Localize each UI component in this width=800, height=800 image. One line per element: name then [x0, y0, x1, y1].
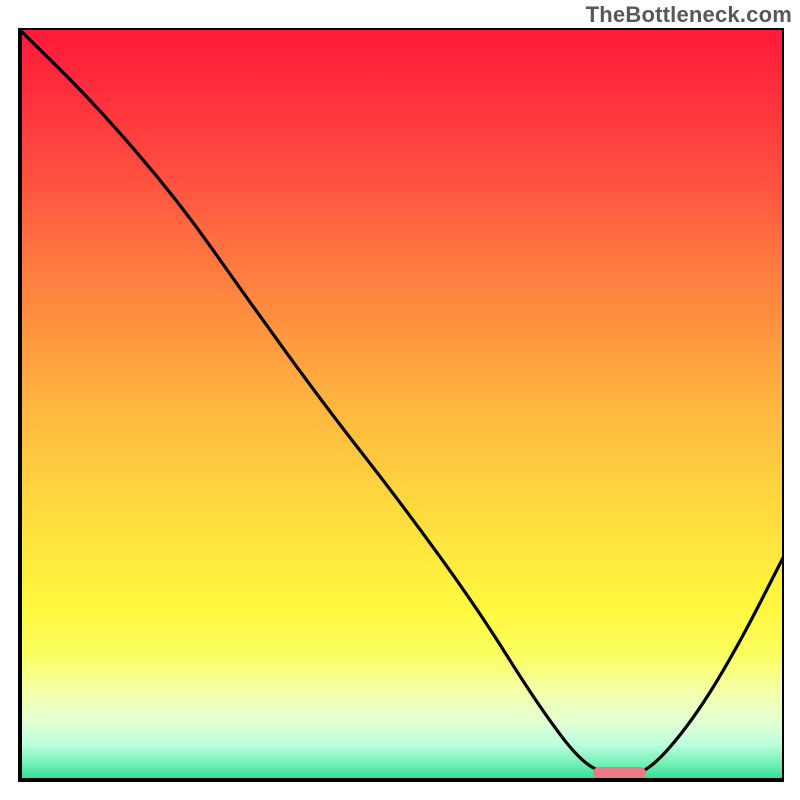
minimum-marker [593, 767, 647, 779]
plot-gradient-area [18, 28, 784, 782]
bottleneck-chart: TheBottleneck.com [0, 0, 800, 800]
watermark-text: TheBottleneck.com [586, 2, 792, 28]
